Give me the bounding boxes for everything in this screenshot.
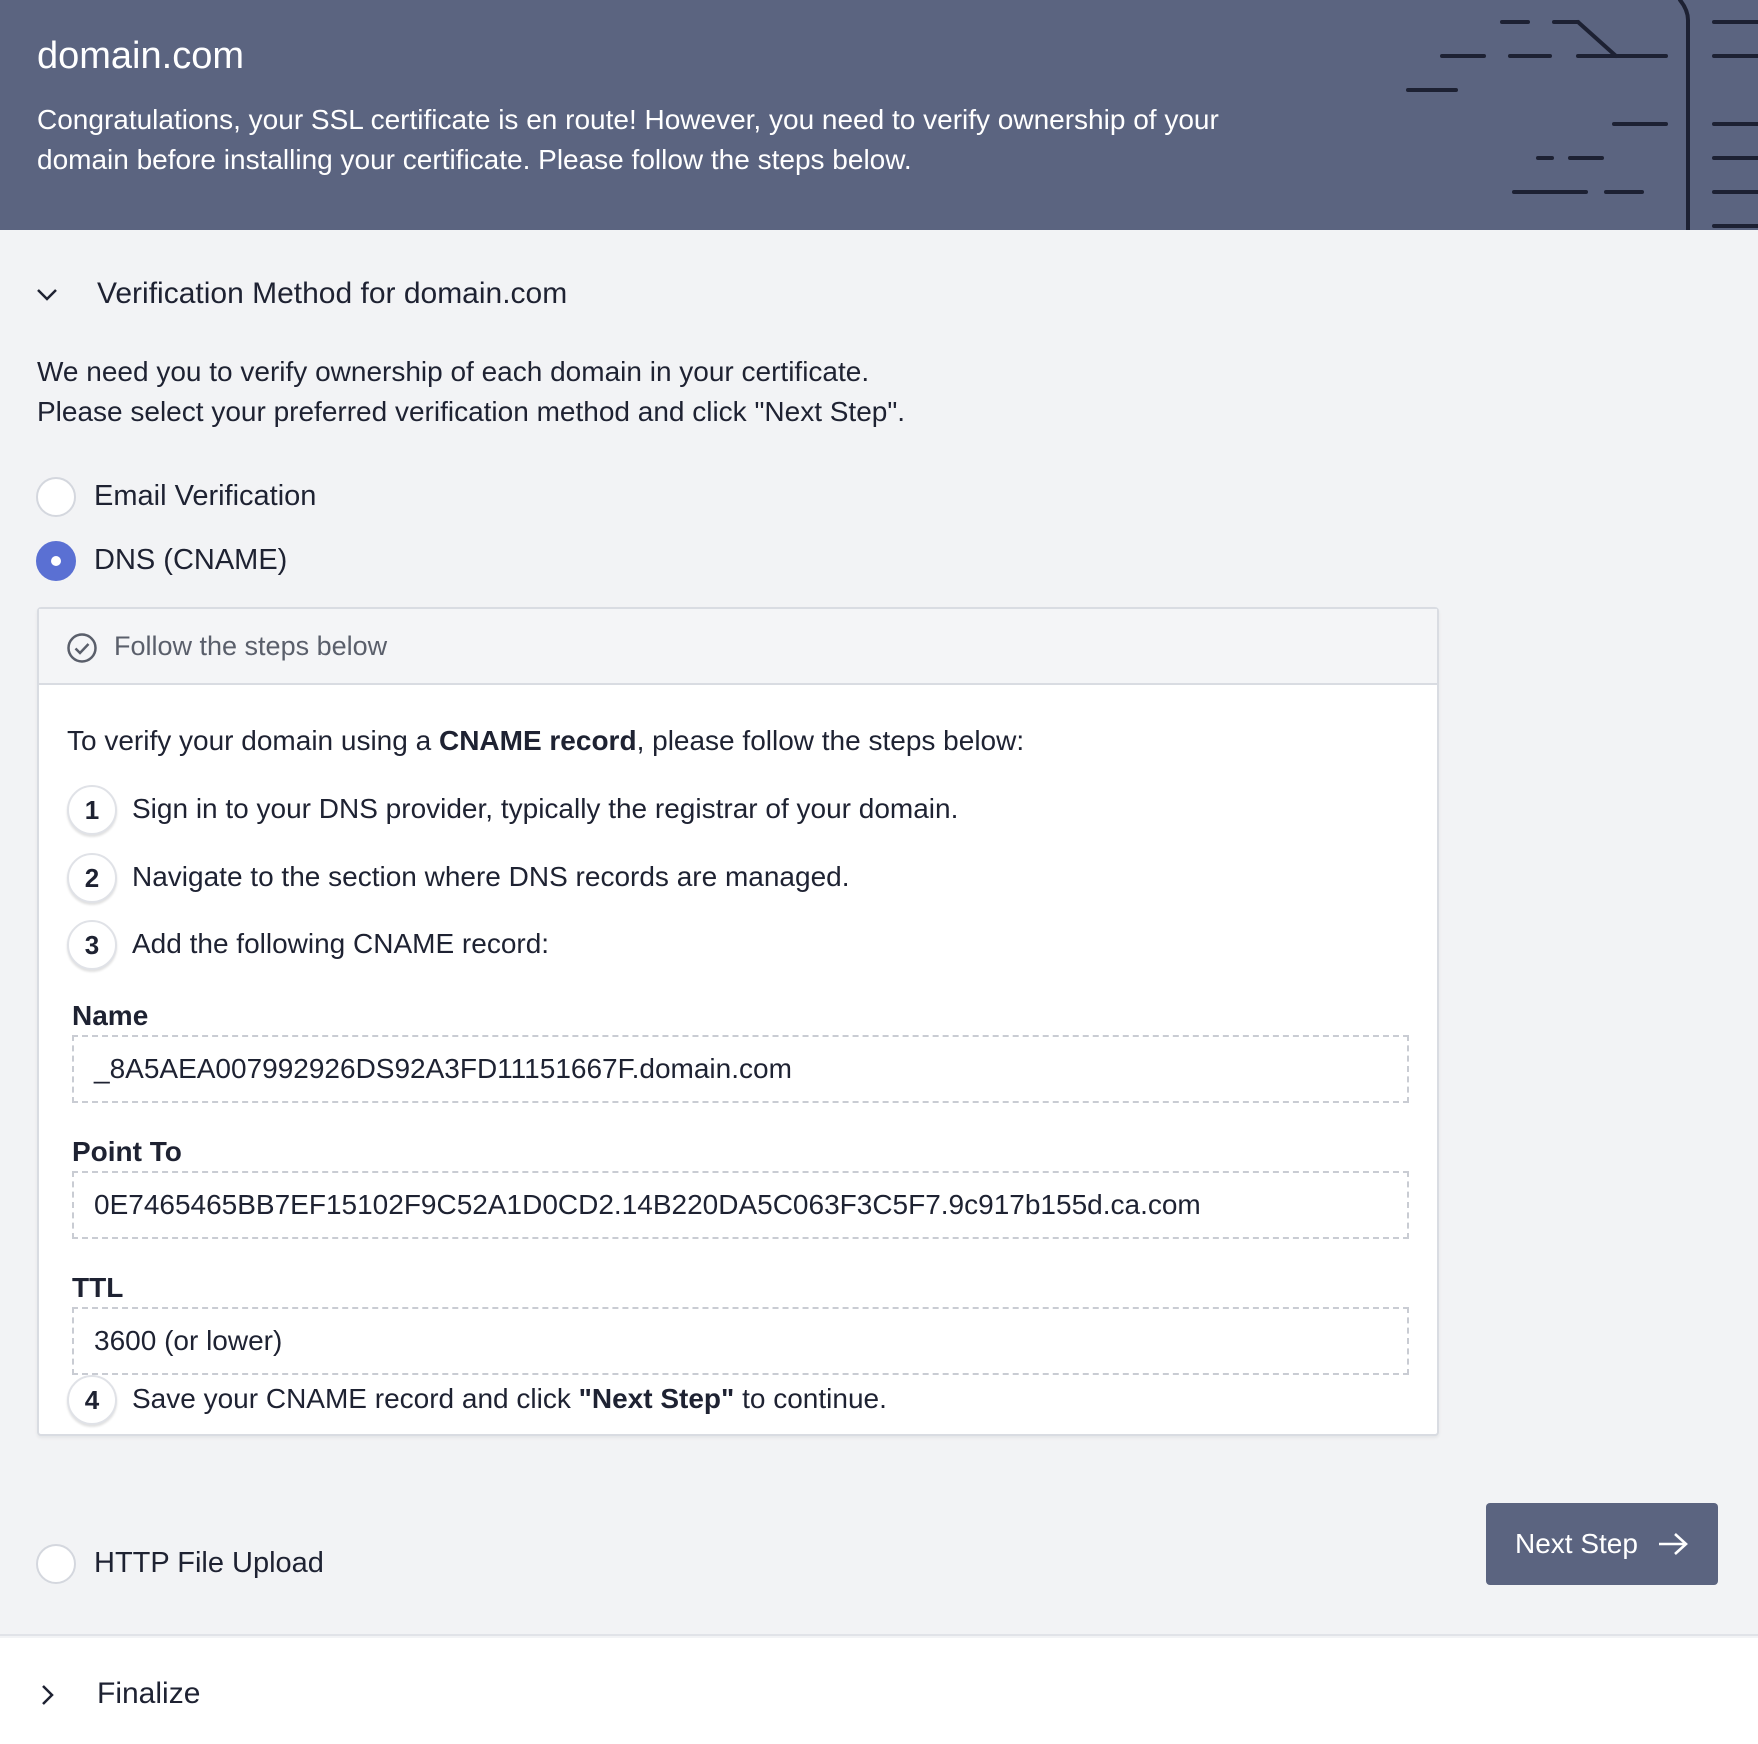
verification-section-toggle[interactable]: Verification Method for domain.com: [0, 266, 900, 322]
arrow-right-icon: [1659, 1533, 1688, 1555]
name-field[interactable]: _8A5AEA007992926DS92A3FD11151667F.domain…: [72, 1035, 1409, 1103]
step-text: Add the following CNAME record:: [132, 928, 550, 959]
verification-section: Verification Method for domain.com We ne…: [0, 230, 1758, 1636]
circuit-decoration-icon: [1406, 0, 1758, 230]
step-4-suffix: to continue.: [734, 1383, 887, 1414]
intro-line-1: We need you to verify ownership of each …: [37, 356, 870, 387]
step-number: 1: [67, 785, 117, 835]
step-1: 1 Sign in to your DNS provider, typicall…: [67, 785, 1367, 835]
option-email-verification[interactable]: Email Verification: [36, 475, 636, 517]
panel-title: Follow the steps below: [114, 631, 388, 661]
ttl-label: TTL: [72, 1272, 124, 1303]
instruction-suffix: , please follow the steps below:: [636, 725, 1025, 756]
step-4-prefix: Save your CNAME record and click: [132, 1383, 579, 1414]
radio-http[interactable]: [36, 1544, 76, 1584]
option-label: HTTP File Upload: [94, 1547, 324, 1579]
option-label: DNS (CNAME): [94, 544, 288, 576]
option-dns-cname[interactable]: DNS (CNAME): [36, 539, 636, 581]
finalize-section-toggle[interactable]: Finalize: [0, 1638, 1758, 1744]
step-number: 3: [67, 920, 117, 970]
step-text: Navigate to the section where DNS record…: [132, 861, 850, 892]
radio-dns-cname[interactable]: [36, 541, 76, 581]
name-label: Name: [72, 1000, 149, 1031]
instruction-prefix: To verify your domain using a: [67, 725, 439, 756]
option-label: Email Verification: [94, 480, 317, 512]
cname-instructions-panel: Follow the steps below To verify your do…: [37, 607, 1439, 1436]
step-number: 4: [67, 1375, 117, 1425]
banner-message: Congratulations, your SSL certificate is…: [37, 104, 1219, 175]
finalize-heading: Finalize: [97, 1677, 201, 1710]
step-2: 2 Navigate to the section where DNS reco…: [67, 853, 1367, 903]
ttl-field[interactable]: 3600 (or lower): [72, 1307, 1409, 1375]
step-3: 3 Add the following CNAME record:: [67, 920, 1367, 970]
panel-header: Follow the steps below: [39, 609, 1437, 685]
step-4-bold: "Next Step": [578, 1383, 735, 1414]
step-number: 2: [67, 853, 117, 903]
next-step-label: Next Step: [1515, 1528, 1638, 1559]
chevron-right-icon: [42, 1685, 54, 1705]
step-4: 4 Save your CNAME record and click "Next…: [67, 1375, 1367, 1425]
point-to-field[interactable]: 0E7465465BB7EF15102F9C52A1D0CD2.14B220DA…: [72, 1171, 1409, 1239]
step-text: Save your CNAME record and click "Next S…: [132, 1379, 887, 1419]
check-circle-icon: [67, 633, 97, 663]
chevron-down-icon: [37, 289, 57, 301]
cname-instruction: To verify your domain using a CNAME reco…: [67, 721, 1024, 761]
verification-heading: Verification Method for domain.com: [97, 277, 568, 310]
radio-email[interactable]: [36, 477, 76, 517]
point-to-label: Point To: [72, 1136, 182, 1167]
step-text: Sign in to your DNS provider, typically …: [132, 793, 959, 824]
domain-title: domain.com: [37, 35, 244, 77]
intro-line-2: Please select your preferred verificatio…: [37, 396, 906, 427]
verification-intro: We need you to verify ownership of each …: [37, 352, 905, 432]
next-step-button[interactable]: Next Step: [1486, 1503, 1718, 1585]
option-http-file-upload[interactable]: HTTP File Upload: [36, 1542, 636, 1584]
instruction-bold: CNAME record: [438, 725, 637, 756]
header-banner: domain.com Congratulations, your SSL cer…: [0, 0, 1758, 230]
